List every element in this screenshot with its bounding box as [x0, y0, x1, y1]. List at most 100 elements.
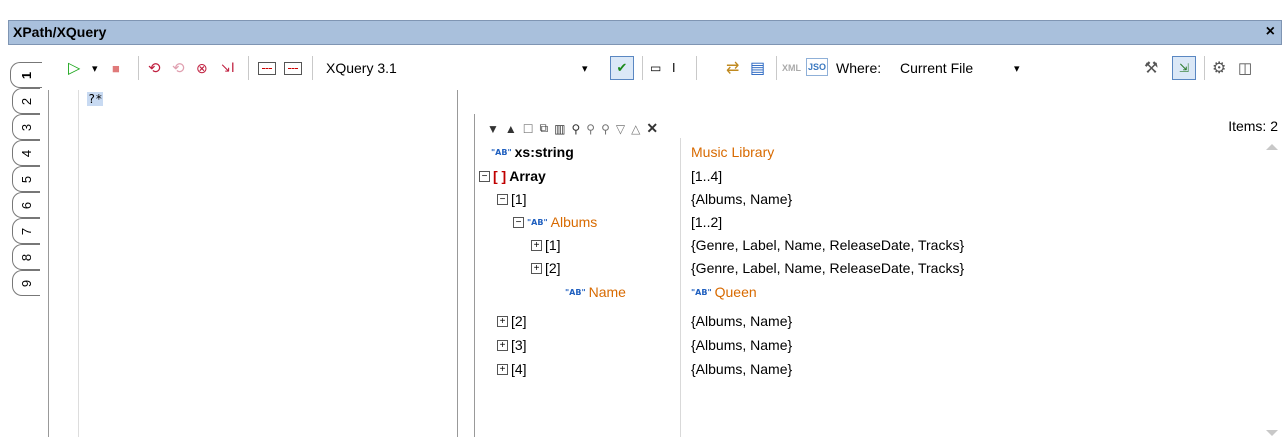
where-value: Current File — [900, 60, 974, 76]
table-row[interactable]: "AB" xs:string Music Library — [475, 142, 1255, 164]
editor-line[interactable]: ?* — [87, 92, 104, 106]
json-toggle[interactable]: JSO — [806, 58, 829, 76]
results-toolbar: ▼ ▲ ☐ ⧉ ▥ ⚲ ⚲ ⚲ ▽ △ ✕ — [487, 120, 664, 137]
table-row[interactable]: + [2] {Genre, Label, Name, ReleaseDate, … — [475, 258, 1255, 280]
table-row[interactable]: + [3] {Albums, Name} — [475, 335, 1255, 357]
collapse-icon[interactable]: − — [479, 170, 490, 182]
results-to-editor-icon[interactable]: ⇲ — [1172, 56, 1196, 80]
main-toolbar: ▷ ▾ ■ ⟲ ⟲ ⊗ ↘Ⅰ XQuery 3.1 ▾ ✔ ▭ Ⅰ ⇄ ▤ XM… — [8, 46, 1282, 94]
find-next-icon[interactable]: ⚲ — [586, 122, 595, 136]
row-value: Music Library — [691, 144, 775, 160]
tab-3[interactable]: 3 — [12, 114, 40, 140]
window-titlebar: XPath/XQuery × — [8, 20, 1282, 45]
row-key: xs:string — [514, 144, 574, 160]
scroll-down-icon[interactable] — [1266, 430, 1278, 436]
tab-7[interactable]: 7 — [12, 218, 40, 244]
run-dropdown-icon[interactable]: ▾ — [92, 58, 98, 78]
table-row[interactable]: + [1] {Genre, Label, Name, ReleaseDate, … — [475, 235, 1255, 257]
expand-icon[interactable]: + — [497, 363, 508, 375]
row-key: [1] — [545, 237, 561, 253]
tab-9[interactable]: 9 — [12, 270, 40, 296]
collapse-all-icon[interactable]: ▲ — [505, 122, 517, 136]
run-icon[interactable]: ▷ — [68, 58, 80, 78]
tools-icon[interactable]: ⚒ — [1144, 58, 1158, 78]
copy-all-icon[interactable]: ⧉ — [540, 121, 549, 136]
window-title: XPath/XQuery — [13, 24, 107, 40]
table-row[interactable]: − [ ] Array [1..4] — [475, 166, 1255, 188]
text-view-icon[interactable]: ▭ — [650, 58, 661, 78]
tab-label: 2 — [18, 97, 34, 105]
expand-all-icon[interactable]: ▼ — [487, 122, 499, 136]
breakpoint-icon[interactable]: ↘Ⅰ — [220, 58, 235, 78]
table-row[interactable]: "AB" Name "AB" Queen — [475, 282, 1255, 304]
separator — [138, 56, 139, 80]
stop-icon[interactable]: ■ — [112, 58, 120, 78]
grid-view-icon[interactable]: ▥ — [554, 122, 565, 136]
prev-result-icon[interactable]: △ — [631, 122, 640, 136]
tab-4[interactable]: 4 — [12, 140, 40, 166]
separator — [1204, 56, 1205, 80]
row-key: Name — [588, 284, 626, 300]
row-value: Queen — [714, 284, 757, 300]
query-editor[interactable]: ?* — [48, 90, 458, 437]
collapse-icon[interactable]: − — [497, 193, 508, 205]
row-key: [3] — [511, 337, 527, 353]
tab-2[interactable]: 2 — [12, 88, 40, 114]
expand-icon[interactable]: + — [497, 339, 508, 351]
separator — [312, 56, 313, 80]
row-key: [2] — [545, 260, 561, 276]
tab-1[interactable]: 1 — [10, 62, 42, 88]
expand-icon[interactable]: + — [497, 315, 508, 327]
where-label: Where: — [836, 60, 882, 76]
expand-icon[interactable]: + — [531, 262, 542, 274]
copy-icon[interactable]: ☐ — [523, 122, 534, 136]
cursor-icon[interactable]: Ⅰ — [672, 58, 676, 78]
open-file-icon[interactable]: ⇄ — [726, 58, 739, 78]
tab-5[interactable]: 5 — [12, 166, 40, 192]
row-value: {Albums, Name} — [691, 191, 793, 207]
collapse-icon[interactable]: − — [513, 216, 524, 228]
close-icon[interactable]: × — [1266, 23, 1275, 41]
row-key: Array — [509, 168, 546, 184]
table-row[interactable]: − "AB" Albums [1..2] — [475, 212, 1255, 234]
find-prev-icon[interactable]: ⚲ — [601, 122, 610, 136]
chevron-down-icon: ▾ — [582, 62, 588, 75]
string-type-icon: "AB" — [491, 147, 512, 157]
table-row[interactable]: − [1] {Albums, Name} — [475, 189, 1255, 211]
line-gutter — [49, 90, 79, 437]
tab-8[interactable]: 8 — [12, 244, 40, 270]
tab-label: 6 — [18, 201, 34, 209]
row-value: [1..2] — [691, 214, 723, 230]
tab-6[interactable]: 6 — [12, 192, 40, 218]
string-type-icon: "AB" — [527, 217, 548, 227]
row-key: [1] — [511, 191, 527, 207]
uncomment-icon[interactable] — [284, 58, 302, 78]
debug-step-over-icon[interactable]: ⟲ — [172, 58, 185, 78]
layout-icon[interactable]: ◫ — [1238, 58, 1252, 78]
comment-icon[interactable] — [258, 58, 276, 78]
validate-toggle-icon[interactable]: ✔ — [610, 56, 634, 80]
debug-step-out-icon[interactable]: ⊗ — [196, 58, 208, 78]
scroll-up-icon[interactable] — [1266, 144, 1278, 150]
debug-step-icon[interactable]: ⟲ — [148, 58, 161, 78]
table-row[interactable]: + [2] {Albums, Name} — [475, 311, 1255, 333]
separator — [776, 56, 777, 80]
row-value: {Genre, Label, Name, ReleaseDate, Tracks… — [691, 260, 965, 276]
close-icon[interactable]: ✕ — [646, 120, 658, 137]
expand-icon[interactable]: + — [531, 239, 542, 251]
xml-toggle[interactable]: XML — [782, 58, 801, 78]
tab-label: 8 — [18, 253, 34, 261]
language-value: XQuery 3.1 — [326, 60, 397, 76]
tab-label: 1 — [18, 71, 34, 79]
gear-icon[interactable]: ⚙ — [1212, 58, 1226, 78]
string-type-icon: "AB" — [691, 287, 712, 297]
where-select[interactable]: Current File ▾ — [900, 58, 1040, 78]
string-type-icon: "AB" — [565, 287, 586, 297]
next-result-icon[interactable]: ▽ — [616, 122, 625, 136]
search-icon[interactable]: ⚲ — [571, 122, 580, 136]
save-file-icon[interactable]: ▤ — [750, 58, 765, 78]
language-select[interactable]: XQuery 3.1 ▾ — [326, 58, 588, 78]
vertical-scrollbar[interactable] — [1262, 138, 1282, 437]
separator — [248, 56, 249, 80]
table-row[interactable]: + [4] {Albums, Name} — [475, 359, 1255, 381]
